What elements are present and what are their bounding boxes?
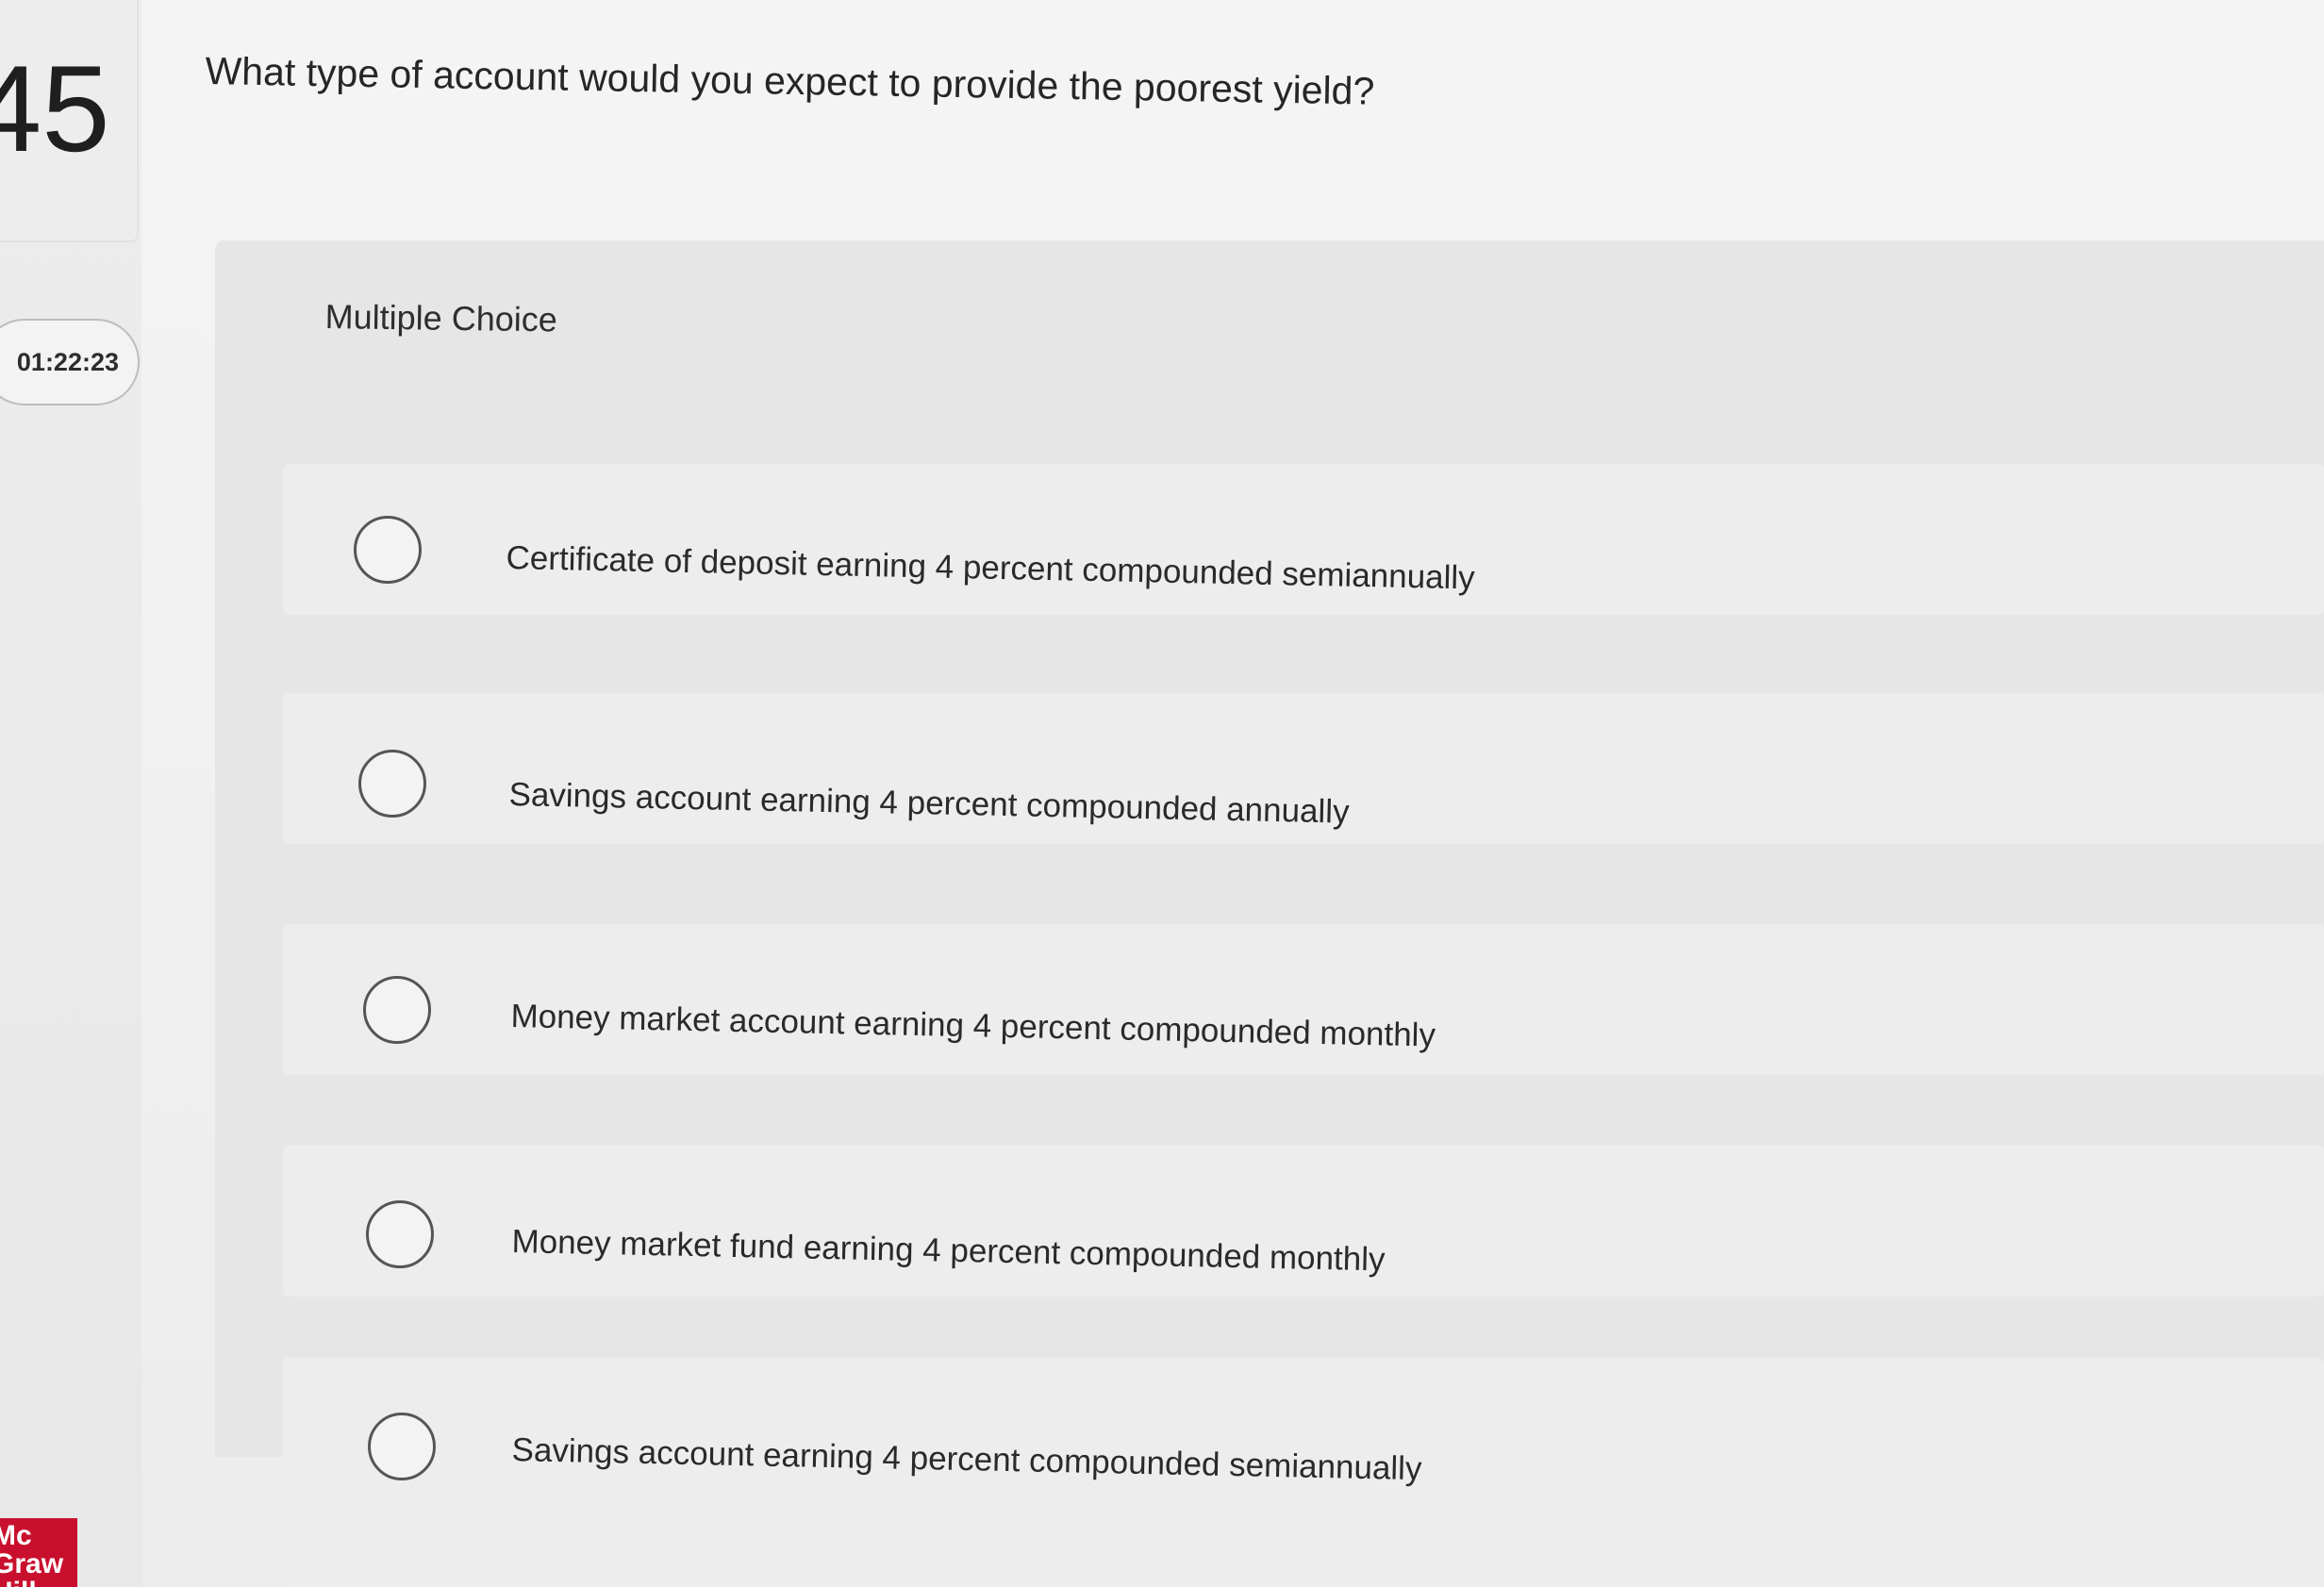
- answer-choice-5[interactable]: Savings account earning 4 percent compou…: [283, 1358, 2324, 1587]
- brand-logo-line-2: Graw: [0, 1548, 64, 1579]
- radio-button-icon[interactable]: [358, 750, 426, 818]
- radio-button-icon[interactable]: [354, 516, 422, 584]
- choice-label: Savings account earning 4 percent compou…: [511, 1431, 1422, 1488]
- answer-choice-2[interactable]: Savings account earning 4 percent compou…: [283, 693, 2324, 844]
- radio-button-icon[interactable]: [363, 976, 431, 1044]
- choice-label: Money market fund earning 4 percent comp…: [511, 1223, 1386, 1279]
- answer-choice-3[interactable]: Money market account earning 4 percent c…: [283, 924, 2324, 1075]
- choice-label: Money market account earning 4 percent c…: [510, 998, 1436, 1054]
- answer-choice-1[interactable]: Certificate of deposit earning 4 percent…: [283, 464, 2324, 615]
- choice-label: Savings account earning 4 percent compou…: [508, 776, 1350, 831]
- radio-button-icon[interactable]: [366, 1200, 434, 1268]
- radio-button-icon[interactable]: [368, 1413, 436, 1480]
- question-number-box: 45: [0, 0, 139, 242]
- answer-choice-4[interactable]: Money market fund earning 4 percent comp…: [283, 1146, 2324, 1297]
- question-text: What type of account would you expect to…: [205, 49, 1375, 113]
- question-number: 45: [0, 40, 110, 177]
- brand-logo-line-1: Mc: [0, 1520, 32, 1551]
- brand-logo: Mc Graw Hill: [0, 1518, 77, 1587]
- brand-logo-line-3: Hill: [0, 1579, 77, 1587]
- left-rail: 45 01:22:23 Mc Graw Hill: [0, 0, 141, 1587]
- choice-label: Certificate of deposit earning 4 percent…: [506, 539, 1476, 597]
- timer-badge: 01:22:23: [0, 319, 140, 405]
- question-type-label: Multiple Choice: [324, 297, 558, 339]
